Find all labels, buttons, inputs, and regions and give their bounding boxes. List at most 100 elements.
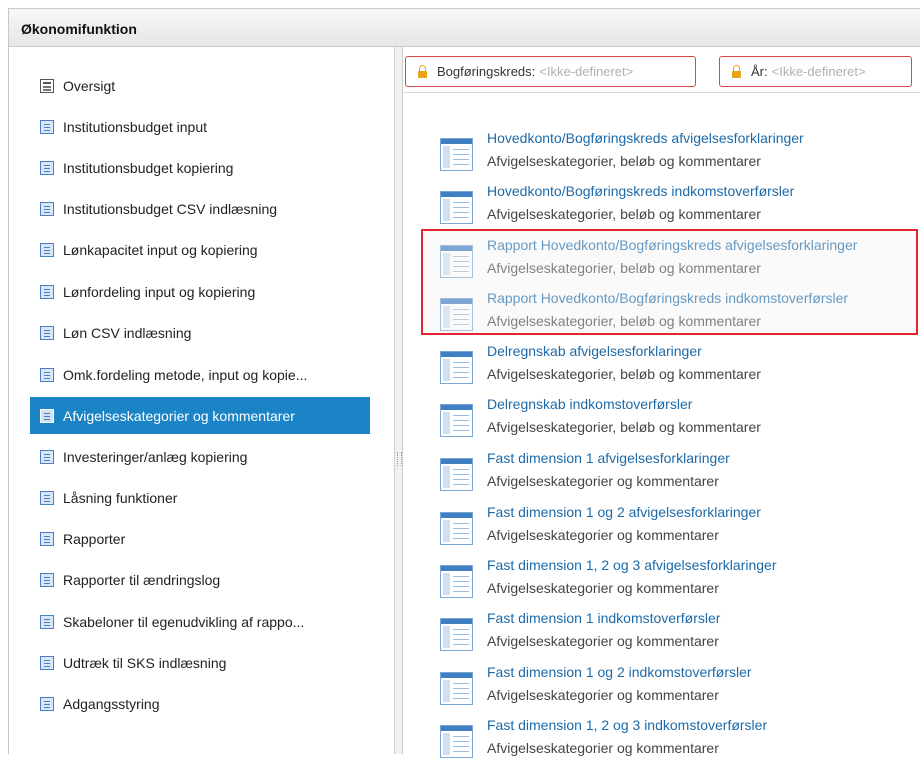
sidebar-item-label: Institutionsbudget CSV indlæsning xyxy=(63,200,278,217)
bogforingskreds-filter[interactable]: Bogføringskreds: <Ikke-defineret> xyxy=(405,56,696,87)
document-icon xyxy=(40,655,54,670)
sidebar-item-label: Institutionsbudget kopiering xyxy=(63,159,234,176)
main-content: Bogføringskreds: <Ikke-defineret> År: <I… xyxy=(403,47,920,758)
document-icon xyxy=(40,449,54,464)
sidebar-item-label: Rapporter til ændringslog xyxy=(63,571,221,588)
list-item-title[interactable]: Hovedkonto/Bogføringskreds indkomstoverf… xyxy=(487,183,794,199)
sidebar-item-investeringer[interactable]: Investeringer/anlæg kopiering xyxy=(30,438,370,475)
report-icon xyxy=(440,458,473,491)
document-icon xyxy=(40,572,54,587)
list-item-subtitle: Afvigelseskategorier, beløb og kommentar… xyxy=(487,366,761,382)
list-item-subtitle: Afvigelseskategorier og kommentarer xyxy=(487,473,719,489)
sidebar-item-label: Rapporter xyxy=(63,530,126,547)
list-item[interactable]: Fast dimension 1, 2 og 3 afvigelsesforkl… xyxy=(428,552,918,605)
sidebar-item-rapporter-aendringslog[interactable]: Rapporter til ændringslog xyxy=(30,561,370,598)
sidebar-item-label: Oversigt xyxy=(63,77,116,94)
report-icon xyxy=(440,672,473,705)
highlight-box xyxy=(421,229,918,335)
list-item[interactable]: Fast dimension 1 indkomstoverførsler Afv… xyxy=(428,605,918,658)
list-item-title[interactable]: Fast dimension 1 og 2 indkomstoverførsle… xyxy=(487,664,752,680)
document-icon xyxy=(40,160,54,175)
list-item-title[interactable]: Fast dimension 1 indkomstoverførsler xyxy=(487,610,720,626)
sidebar-item-label: Skabeloner til egenudvikling af rappo... xyxy=(63,613,305,630)
sidebar-item-label: Investeringer/anlæg kopiering xyxy=(63,448,248,465)
document-icon xyxy=(40,531,54,546)
list-item-subtitle: Afvigelseskategorier og kommentarer xyxy=(487,687,719,703)
document-icon xyxy=(40,696,54,711)
document-icon xyxy=(40,490,54,505)
sidebar-item-label: Omk.fordeling metode, input og kopie... xyxy=(63,366,308,383)
sidebar-item-lonkapacitet[interactable]: Lønkapacitet input og kopiering xyxy=(30,231,370,268)
panel-splitter[interactable] xyxy=(394,47,403,754)
sidebar-item-institutionsbudget-input[interactable]: Institutionsbudget input xyxy=(30,108,370,145)
list-item[interactable]: Fast dimension 1, 2 og 3 indkomstoverfør… xyxy=(428,712,918,765)
sidebar-item-label: Lønkapacitet input og kopiering xyxy=(63,241,258,258)
sidebar-item-lon-csv[interactable]: Løn CSV indlæsning xyxy=(30,314,370,351)
list-item[interactable]: Hovedkonto/Bogføringskreds afvigelsesfor… xyxy=(428,125,918,178)
filter-label: Bogføringskreds: xyxy=(437,64,536,79)
report-icon xyxy=(440,565,473,598)
report-icon xyxy=(440,138,473,171)
report-icon xyxy=(440,512,473,545)
list-item[interactable]: Fast dimension 1 og 2 afvigelsesforklari… xyxy=(428,499,918,552)
document-icon xyxy=(40,284,54,299)
list-item-title[interactable]: Delregnskab indkomstoverførsler xyxy=(487,396,692,412)
page-title: Økonomifunktion xyxy=(21,21,137,37)
list-item-subtitle: Afvigelseskategorier og kommentarer xyxy=(487,580,719,596)
list-item[interactable]: Fast dimension 1 og 2 indkomstoverførsle… xyxy=(428,659,918,712)
sidebar: Oversigt Institutionsbudget input Instit… xyxy=(9,47,394,754)
sidebar-item-rapporter[interactable]: Rapporter xyxy=(30,520,370,557)
list-item-subtitle: Afvigelseskategorier og kommentarer xyxy=(487,633,719,649)
sidebar-item-label: Løn CSV indlæsning xyxy=(63,324,192,341)
report-icon xyxy=(440,618,473,651)
sidebar-item-institutionsbudget-csv[interactable]: Institutionsbudget CSV indlæsning xyxy=(30,190,370,227)
document-icon xyxy=(40,408,54,423)
aar-filter[interactable]: År: <Ikke-defineret> xyxy=(719,56,912,87)
list-item-subtitle: Afvigelseskategorier, beløb og kommentar… xyxy=(487,153,761,169)
sidebar-item-label: Afvigelseskategorier og kommentarer xyxy=(63,407,295,424)
sidebar-item-afvigelseskategorier[interactable]: Afvigelseskategorier og kommentarer xyxy=(30,397,370,434)
document-icon xyxy=(40,119,54,134)
panel-header: Økonomifunktion xyxy=(9,9,920,47)
filter-bar: Bogføringskreds: <Ikke-defineret> År: <I… xyxy=(403,47,920,93)
sidebar-item-udtraek-sks[interactable]: Udtræk til SKS indlæsning xyxy=(30,644,370,681)
list-item-subtitle: Afvigelseskategorier, beløb og kommentar… xyxy=(487,206,761,222)
list-item-title[interactable]: Fast dimension 1, 2 og 3 indkomstoverfør… xyxy=(487,717,767,733)
list-item[interactable]: Hovedkonto/Bogføringskreds indkomstoverf… xyxy=(428,178,918,231)
sidebar-item-label: Låsning funktioner xyxy=(63,489,178,506)
report-icon xyxy=(440,725,473,758)
sidebar-item-omkfordeling[interactable]: Omk.fordeling metode, input og kopie... xyxy=(30,356,370,393)
lock-icon xyxy=(732,64,741,78)
sidebar-item-lonfordeling[interactable]: Lønfordeling input og kopiering xyxy=(30,273,370,310)
list-item-title[interactable]: Hovedkonto/Bogføringskreds afvigelsesfor… xyxy=(487,130,804,146)
sidebar-item-skabeloner[interactable]: Skabeloner til egenudvikling af rappo... xyxy=(30,603,370,640)
list-item[interactable]: Fast dimension 1 afvigelsesforklaringer … xyxy=(428,445,918,498)
list-item-title[interactable]: Fast dimension 1 afvigelsesforklaringer xyxy=(487,450,730,466)
document-icon xyxy=(40,201,54,216)
splitter-grip-icon[interactable] xyxy=(397,452,402,466)
list-item[interactable]: Delregnskab indkomstoverførsler Afvigels… xyxy=(428,391,918,444)
list-item-subtitle: Afvigelseskategorier, beløb og kommentar… xyxy=(487,419,761,435)
filter-label: År: xyxy=(751,64,768,79)
lock-icon xyxy=(418,64,427,78)
sidebar-item-label: Institutionsbudget input xyxy=(63,118,207,135)
list-item-subtitle: Afvigelseskategorier og kommentarer xyxy=(487,527,719,543)
list-item-title[interactable]: Fast dimension 1, 2 og 3 afvigelsesforkl… xyxy=(487,557,776,573)
sidebar-item-adgangsstyring[interactable]: Adgangsstyring xyxy=(30,685,370,722)
report-icon xyxy=(440,191,473,224)
list-item[interactable]: Delregnskab afvigelsesforklaringer Afvig… xyxy=(428,338,918,391)
document-icon xyxy=(40,367,54,382)
list-item-title[interactable]: Delregnskab afvigelsesforklaringer xyxy=(487,343,702,359)
filter-value: <Ikke-defineret> xyxy=(539,64,634,79)
report-icon xyxy=(440,404,473,437)
sidebar-item-oversigt[interactable]: Oversigt xyxy=(30,67,370,104)
sidebar-item-label: Lønfordeling input og kopiering xyxy=(63,283,256,300)
sidebar-item-lasning[interactable]: Låsning funktioner xyxy=(30,479,370,516)
document-icon xyxy=(40,242,54,257)
document-icon xyxy=(40,325,54,340)
sidebar-item-label: Adgangsstyring xyxy=(63,695,160,712)
sidebar-item-label: Udtræk til SKS indlæsning xyxy=(63,654,227,671)
list-item-title[interactable]: Fast dimension 1 og 2 afvigelsesforklari… xyxy=(487,504,761,520)
sidebar-item-institutionsbudget-kopiering[interactable]: Institutionsbudget kopiering xyxy=(30,149,370,186)
report-icon xyxy=(440,351,473,384)
